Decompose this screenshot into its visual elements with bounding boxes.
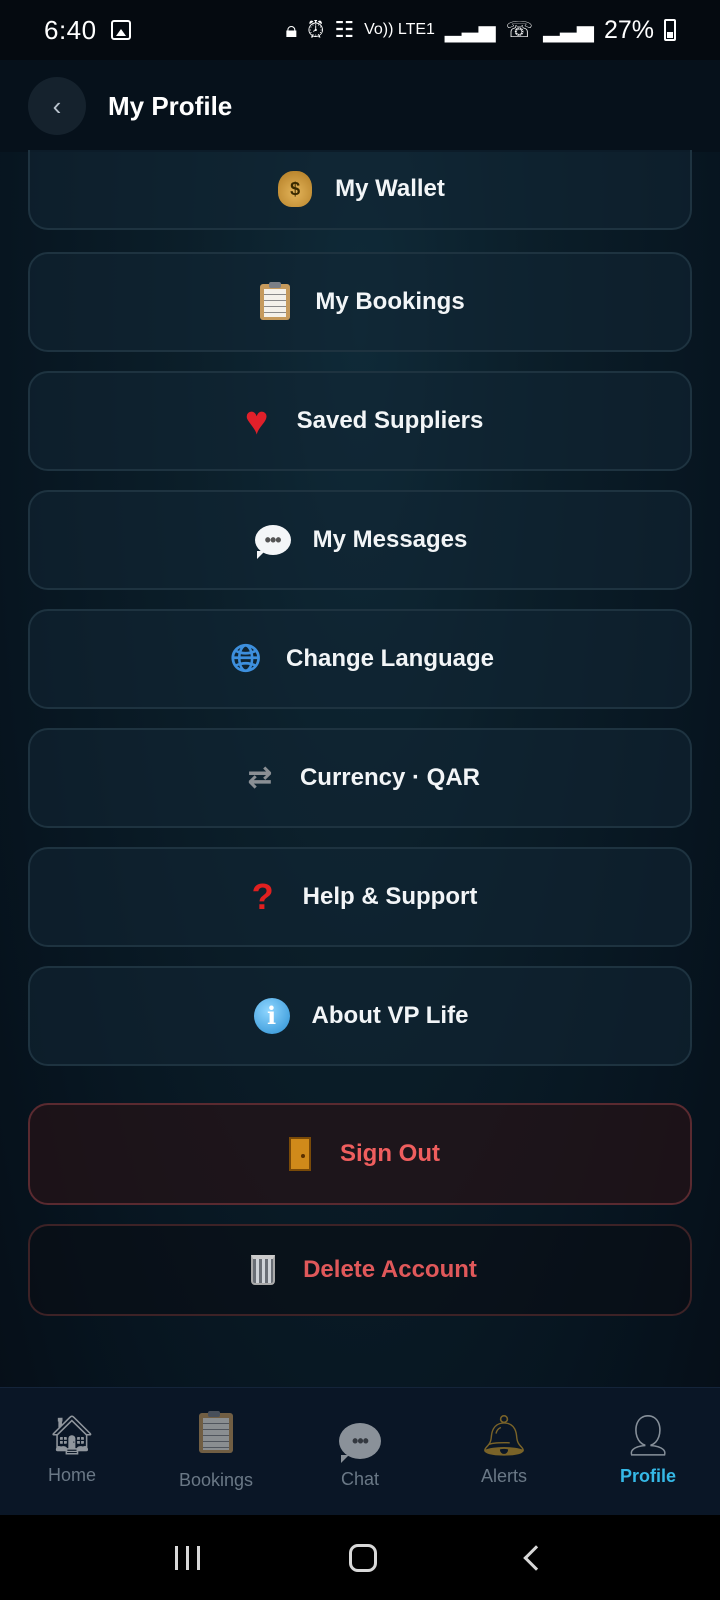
info-icon: i: [252, 998, 292, 1034]
system-nav-bar: [0, 1515, 720, 1600]
menu-item-messages[interactable]: ••• My Messages: [28, 490, 692, 590]
menu-item-label: Currency · QAR: [299, 764, 481, 791]
menu-item-label: About VP Life: [311, 1002, 469, 1029]
clipboard-icon: [255, 282, 295, 320]
speech-bubble-icon: •••: [339, 1414, 381, 1463]
nav-item-profile[interactable]: 👤︎ Profile: [576, 1388, 720, 1515]
nav-label: Chat: [340, 1468, 380, 1489]
recents-button[interactable]: [174, 1545, 200, 1570]
gallery-notification-icon: [110, 20, 131, 40]
nav-item-alerts[interactable]: 🔔︎ Alerts: [432, 1388, 576, 1515]
wifi-calling-icon: ☏: [505, 17, 534, 42]
menu-item-language[interactable]: 🌐︎ Change Language: [28, 609, 692, 709]
menu-item-label: My Messages: [312, 526, 468, 553]
app-header: ‹ My Profile: [0, 60, 720, 152]
nav-label: Alerts: [480, 1466, 527, 1486]
menu-item-saved-suppliers[interactable]: ♥ Saved Suppliers: [28, 371, 692, 471]
nav-item-chat[interactable]: ••• Chat: [288, 1388, 432, 1515]
currency-exchange-icon: ⇄: [247, 761, 273, 794]
menu-item-about[interactable]: i About VP Life: [28, 966, 692, 1066]
bottom-nav: 🏠︎ Home Bookings ••• Chat 🔔︎ Alerts 👤︎ P…: [0, 1387, 720, 1515]
lock-notification-icon: 🔒︎: [285, 17, 298, 42]
menu-item-label: Change Language: [285, 645, 495, 672]
volte-label: Vo)) LTE1: [364, 21, 435, 38]
delete-account-label: Delete Account: [303, 1256, 477, 1283]
status-indicators: 🔒︎ ⏰︎ ☷ Vo)) LTE1 ▂▃▅ ☏ ▂▃▅ 27%: [285, 16, 676, 45]
home-button[interactable]: [349, 1543, 378, 1572]
menu-item-label: My Bookings: [315, 288, 465, 315]
bell-icon: 🔔︎: [478, 1414, 530, 1458]
menu-item-label: Help & Support: [302, 883, 478, 910]
nav-label: Profile: [619, 1466, 676, 1486]
battery-percent: 27%: [603, 15, 654, 44]
nav-item-bookings[interactable]: Bookings: [144, 1388, 288, 1515]
alarm-icon: ⏰︎: [307, 17, 325, 42]
menu-item-label: Saved Suppliers: [296, 407, 484, 434]
wastebasket-icon: [243, 1255, 283, 1285]
menu-item-label: My Wallet: [335, 175, 445, 202]
page-title: My Profile: [108, 90, 233, 121]
wifi-icon: ☷: [334, 17, 355, 42]
signal-1-icon: ▂▃▅: [444, 17, 496, 42]
back-button[interactable]: ‹: [28, 77, 86, 135]
menu-item-wallet[interactable]: $ My Wallet: [28, 150, 692, 230]
house-icon: 🏠︎: [47, 1415, 97, 1457]
menu-item-help[interactable]: ? Help & Support: [28, 847, 692, 947]
sign-out-label: Sign Out: [340, 1140, 440, 1167]
delete-account-button[interactable]: Delete Account: [28, 1224, 692, 1316]
menu-item-currency[interactable]: ⇄ Currency · QAR: [28, 728, 692, 828]
speech-bubble-icon: •••: [253, 525, 293, 559]
chevron-left-icon: ‹: [52, 90, 62, 121]
globe-icon: 🌐︎: [230, 638, 262, 680]
signal-2-icon: ▂▃▅: [543, 17, 594, 42]
heart-icon: ♥: [244, 399, 269, 443]
nav-label: Home: [47, 1465, 96, 1485]
screen: 6:40 🔒︎ ⏰︎ ☷ Vo)) LTE1 ▂▃▅ ☏ ▂▃▅ 27% ‹ M…: [0, 0, 720, 1600]
nav-label: Bookings: [178, 1469, 254, 1490]
status-bar: 6:40 🔒︎ ⏰︎ ☷ Vo)) LTE1 ▂▃▅ ☏ ▂▃▅ 27%: [0, 0, 720, 60]
status-time: 6:40: [44, 14, 97, 45]
battery-icon: [664, 19, 676, 41]
menu-item-bookings[interactable]: My Bookings: [28, 252, 692, 352]
clipboard-icon: [199, 1410, 233, 1460]
door-icon: [280, 1137, 320, 1171]
money-bag-icon: $: [275, 171, 315, 207]
question-mark-icon: ?: [251, 876, 274, 917]
user-silhouette-icon: 👤︎: [622, 1414, 674, 1458]
system-back-button[interactable]: [523, 1544, 549, 1571]
sign-out-button[interactable]: Sign Out: [28, 1103, 692, 1205]
nav-item-home[interactable]: 🏠︎ Home: [0, 1388, 144, 1515]
